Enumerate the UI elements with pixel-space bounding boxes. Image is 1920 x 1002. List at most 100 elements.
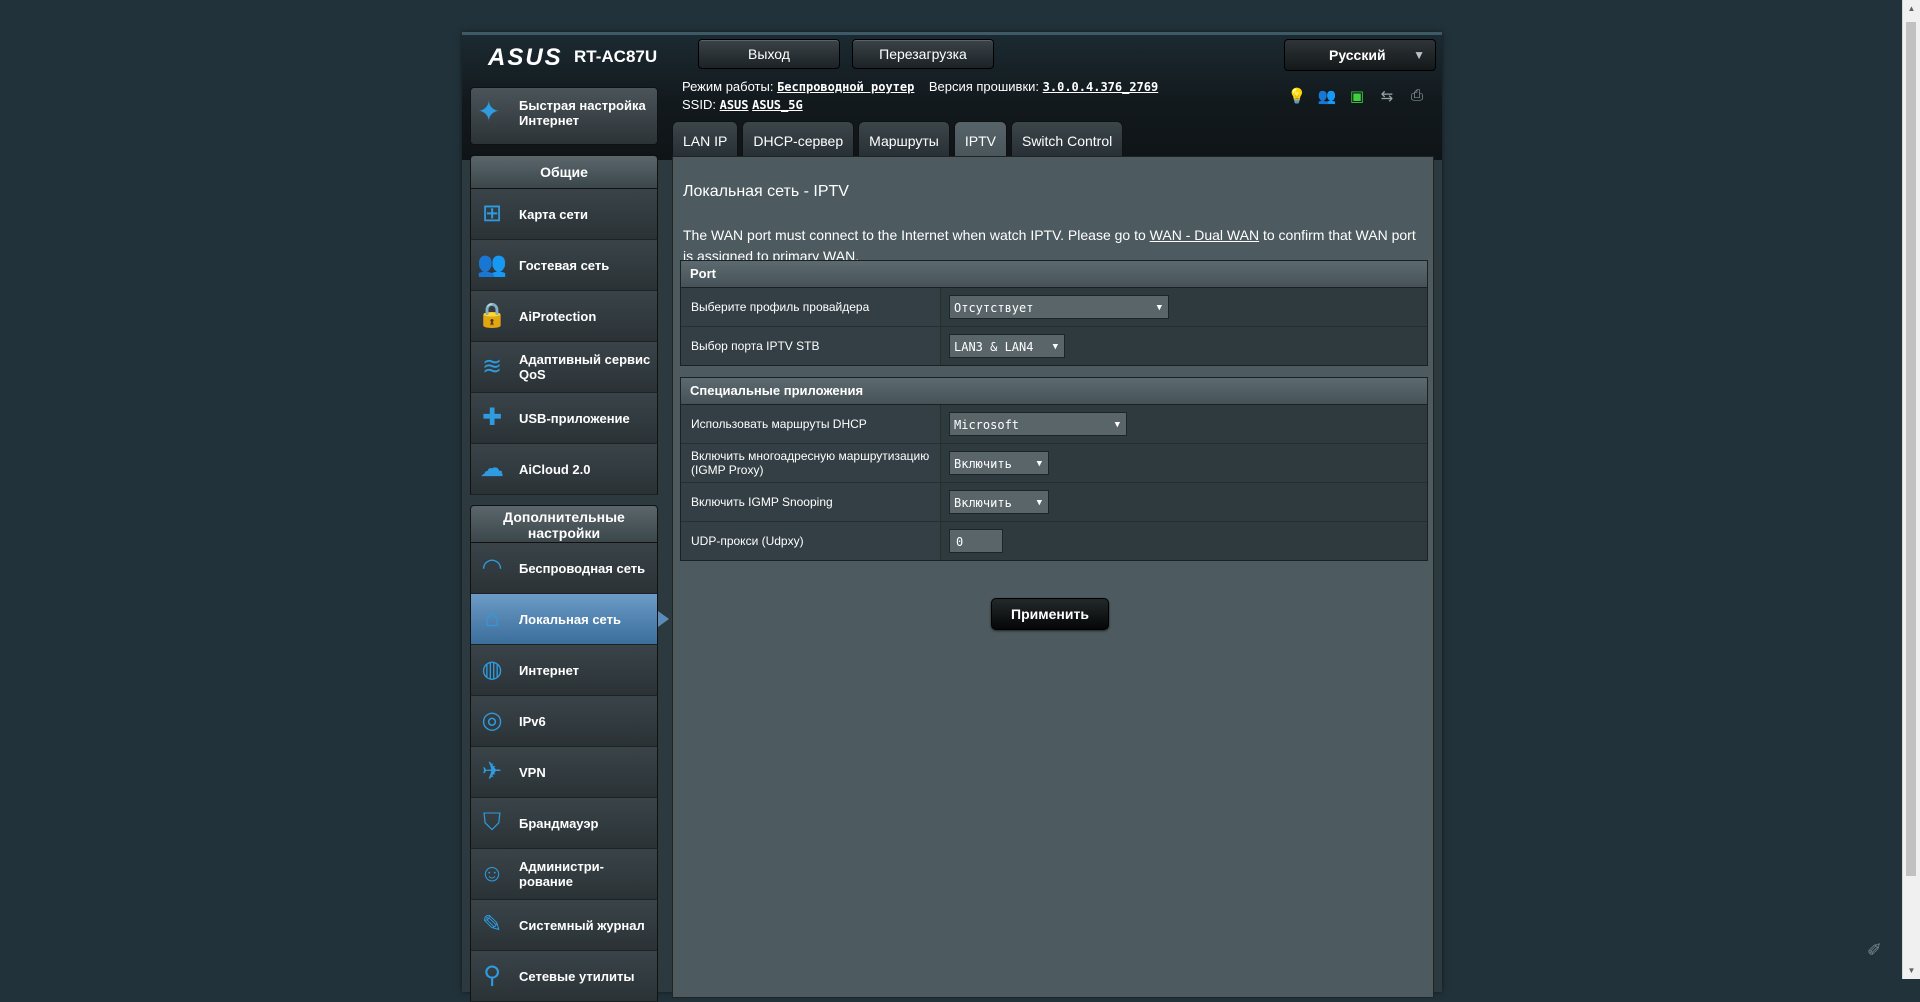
igmp-snooping-label: Включить IGMP Snooping: [681, 483, 941, 521]
stb-row: Выбор порта IPTV STB LAN3 & LAN4 ▼: [681, 327, 1427, 365]
ssid-label: SSID:: [682, 97, 716, 112]
ipv6-icon: ◎: [481, 707, 503, 734]
sidebar-item-label: USB-приложение: [519, 410, 630, 426]
igmp-snooping-select[interactable]: Включить ▼: [949, 490, 1049, 514]
provider-select[interactable]: Отсутствует ▼: [949, 295, 1169, 319]
language-select[interactable]: Русский ▼: [1284, 39, 1436, 71]
sidebar-item-vpn[interactable]: ✈ VPN: [470, 747, 658, 798]
reboot-button[interactable]: Перезагрузка: [852, 39, 994, 69]
scroll-up-icon[interactable]: ▲: [1903, 0, 1920, 17]
status-info: Режим работы: Беспроводной роутер Версия…: [682, 79, 1158, 115]
stb-label: Выбор порта IPTV STB: [681, 327, 941, 365]
ssid-link-1[interactable]: ASUS: [720, 98, 749, 112]
sidebar-item-label: Беспроводная сеть: [519, 560, 646, 576]
ssid-link-2[interactable]: ASUS_5G: [752, 98, 803, 112]
udpxy-input[interactable]: 0: [949, 529, 1003, 553]
tab-iptv[interactable]: IPTV: [953, 121, 1007, 160]
router-frame: ASUS RT-AC87U Выход Перезагрузка Русский…: [462, 32, 1442, 1002]
igmp-proxy-label: Включить многоадресную маршрутизацию (IG…: [681, 444, 941, 482]
stb-value: LAN3 & LAN4: [954, 340, 1034, 354]
advanced-header: Дополнительные настройки: [470, 505, 658, 543]
tab-bar: LAN IP DHCP-сервер Маршруты IPTV Switch …: [672, 121, 1124, 160]
provider-value: Отсутствует: [954, 301, 1034, 315]
stb-port-select[interactable]: LAN3 & LAN4 ▼: [949, 334, 1065, 358]
network-map-icon: ⊞: [481, 200, 503, 227]
sidebar-item-guest-network[interactable]: 👥 Гостевая сеть: [470, 240, 658, 291]
sidebar-item-lan[interactable]: ⌂ Локальная сеть: [470, 594, 669, 645]
printer-icon[interactable]: ⎙: [1406, 87, 1428, 105]
igmp-snooping-row: Включить IGMP Snooping Включить ▼: [681, 483, 1427, 522]
admin-icon: ☺: [479, 860, 505, 887]
page-title: Локальная сеть - IPTV: [683, 183, 849, 200]
quick-setup-button[interactable]: ✦ Быстрая настройка Интернет: [470, 87, 658, 145]
sidebar-item-ipv6[interactable]: ◎ IPv6: [470, 696, 658, 747]
sidebar-item-label: VPN: [519, 764, 546, 780]
sidebar-item-aicloud[interactable]: ☁ AiCloud 2.0: [470, 444, 658, 495]
chevron-down-icon: ▼: [1413, 48, 1425, 62]
edit-icon[interactable]: ✐: [1867, 940, 1882, 961]
special-section-header: Специальные приложения: [681, 378, 1427, 405]
guest-network-icon: 👥: [477, 251, 507, 278]
dual-wan-link[interactable]: WAN - Dual WAN: [1150, 227, 1259, 243]
igmp-proxy-row: Включить многоадресную маршрутизацию (IG…: [681, 444, 1427, 483]
udpxy-label: UDP-прокси (Udpxy): [681, 522, 941, 560]
firmware-link[interactable]: 3.0.0.4.376_2769: [1043, 80, 1159, 94]
tab-switch-control[interactable]: Switch Control: [1010, 121, 1124, 160]
cloud-icon: ☁: [480, 455, 504, 482]
dropdown-arrow-icon: ▼: [1036, 498, 1042, 508]
sidebar-item-label: Интернет: [519, 662, 580, 678]
special-apps-section: Специальные приложения Использовать марш…: [680, 377, 1428, 561]
tab-routes[interactable]: Маршруты: [858, 121, 950, 160]
general-header: Общие: [470, 155, 658, 189]
tab-dhcp[interactable]: DHCP-сервер: [742, 121, 855, 160]
dropdown-arrow-icon: ▼: [1052, 342, 1058, 352]
tab-lan-ip[interactable]: LAN IP: [672, 121, 739, 160]
page-scrollbar[interactable]: ▲ ▼: [1902, 0, 1920, 979]
model-name: RT-AC87U: [574, 47, 658, 66]
dhcp-routes-row: Использовать маршруты DHCP Microsoft ▼: [681, 405, 1427, 444]
lock-icon: 🔒: [477, 302, 507, 329]
port-section-header: Port: [681, 261, 1427, 288]
globe-icon: ◍: [481, 656, 503, 683]
sidebar-item-label: Сетевые утилиты: [519, 968, 635, 984]
usb-icon[interactable]: ⇆: [1376, 87, 1398, 105]
home-icon: ⌂: [484, 605, 500, 632]
igmp-proxy-value: Включить: [954, 457, 1012, 471]
apply-button[interactable]: Применить: [991, 598, 1109, 630]
puzzle-icon: ✚: [481, 404, 503, 431]
sidebar-item-label: Администри-рование: [519, 859, 604, 889]
notification-icon[interactable]: 💡: [1286, 87, 1308, 105]
sidebar-item-qos[interactable]: ≋ Адаптивный сервис QoS: [470, 342, 658, 393]
igmp-proxy-select[interactable]: Включить ▼: [949, 451, 1049, 475]
sidebar-item-internet[interactable]: ◍ Интернет: [470, 645, 658, 696]
sidebar-item-label: Карта сети: [519, 206, 588, 222]
asus-logo: ASUS: [488, 44, 563, 71]
mode-link[interactable]: Беспроводной роутер: [777, 80, 914, 94]
qos-icon: ≋: [481, 353, 503, 380]
desc-text-1: The WAN port must connect to the Interne…: [683, 227, 1150, 243]
sidebar-item-wireless[interactable]: ◠ Беспроводная сеть: [470, 543, 658, 594]
sidebar-item-firewall[interactable]: ⛉ Брандмауэр: [470, 798, 658, 849]
sidebar-item-label: Адаптивный сервис QoS: [519, 352, 651, 382]
guest-icon[interactable]: 👥: [1316, 87, 1338, 105]
firmware-label: Версия прошивки:: [928, 79, 1040, 94]
status-icons: 💡 👥 ▣ ⇆ ⎙: [1286, 87, 1428, 105]
sidebar: ✦ Быстрая настройка Интернет Общие ⊞ Кар…: [470, 87, 669, 1002]
scroll-down-icon[interactable]: ▼: [1903, 962, 1920, 979]
sidebar-item-admin[interactable]: ☺ Администри-рование: [470, 849, 658, 900]
sidebar-item-usb[interactable]: ✚ USB-приложение: [470, 393, 658, 444]
scrollbar-thumb[interactable]: [1906, 22, 1916, 876]
sidebar-item-aiprotection[interactable]: 🔒 AiProtection: [470, 291, 658, 342]
sidebar-item-network-map[interactable]: ⊞ Карта сети: [470, 189, 658, 240]
sidebar-item-tools[interactable]: ⚲ Сетевые утилиты: [470, 951, 658, 1002]
dhcp-value: Microsoft: [954, 418, 1020, 432]
quick-setup-label: Быстрая настройка Интернет: [519, 98, 646, 128]
dropdown-arrow-icon: ▼: [1114, 420, 1120, 430]
logout-button[interactable]: Выход: [698, 39, 840, 69]
port-section: Port Выберите профиль провайдера Отсутст…: [680, 260, 1428, 366]
dropdown-arrow-icon: ▼: [1156, 303, 1162, 313]
sidebar-item-syslog[interactable]: ✎ Системный журнал: [470, 900, 658, 951]
network-icon[interactable]: ▣: [1346, 87, 1368, 105]
sidebar-item-label: Брандмауэр: [519, 815, 599, 831]
dhcp-routes-select[interactable]: Microsoft ▼: [949, 412, 1127, 436]
